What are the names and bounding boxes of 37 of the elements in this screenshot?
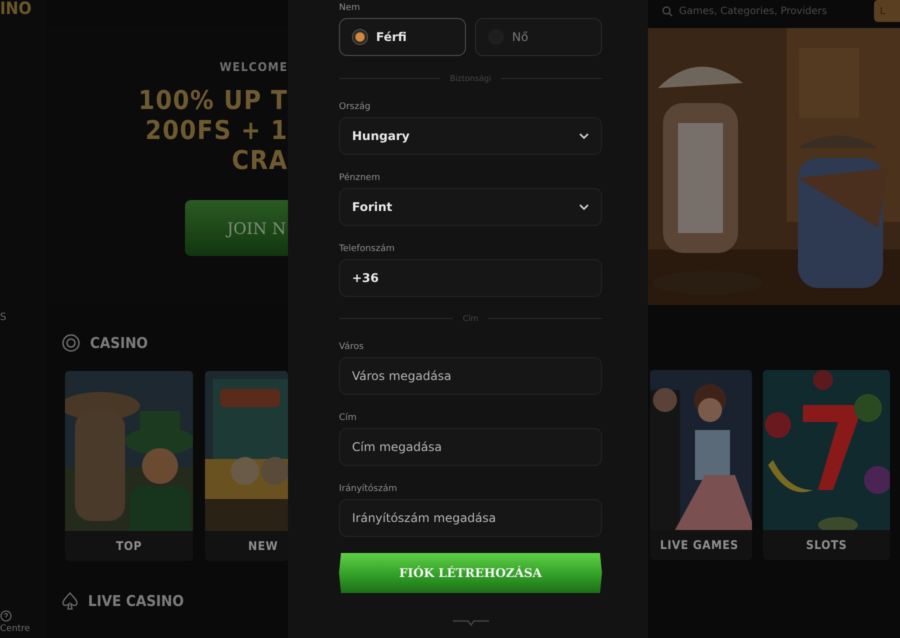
gender-option[interactable]: Férfi: [339, 18, 466, 56]
game-card[interactable]: NEW: [205, 371, 288, 561]
field-label: Pénznem: [339, 172, 382, 184]
spade-icon: [62, 592, 78, 610]
select-field[interactable]: Hungary: [339, 117, 602, 155]
game-card[interactable]: TOP: [65, 371, 193, 561]
input-field[interactable]: Város megadása: [339, 357, 602, 395]
chevron-down-icon: [579, 204, 589, 210]
help-icon: [0, 610, 12, 622]
sidebar-item[interactable]: S: [0, 312, 45, 323]
hero-headline: 100% UP T: [138, 86, 288, 116]
search-icon: [662, 6, 673, 16]
gender-option[interactable]: Nő: [475, 18, 602, 56]
field-label: Nem: [339, 2, 362, 14]
chip-icon: [62, 334, 80, 352]
input-field[interactable]: Irányítószám megadása: [339, 499, 602, 537]
sidebar-item[interactable]: Centre: [0, 624, 30, 634]
hero-headline: 200FS + 1: [145, 116, 288, 146]
select-field[interactable]: Forint: [339, 188, 602, 226]
game-card[interactable]: SLOTS: [763, 370, 890, 560]
hero-headline: CRA: [232, 146, 288, 176]
hero-kicker: WELCOME: [220, 60, 288, 74]
section-title: LIVE CASINO: [88, 592, 184, 610]
input-field[interactable]: Cím megadása: [339, 428, 602, 466]
field-label: Város: [339, 341, 365, 353]
field-label: Telefonszám: [339, 243, 396, 255]
section-title: CASINO: [90, 334, 148, 352]
input-field[interactable]: +36: [339, 259, 602, 297]
join-button[interactable]: JOIN N: [185, 200, 288, 256]
field-label: Ország: [339, 101, 372, 113]
game-card[interactable]: LIVE GAMES: [650, 370, 752, 560]
ornament-icon: [450, 618, 490, 626]
field-label: Irányítószám: [339, 483, 398, 495]
chevron-down-icon: [579, 133, 589, 139]
logo: INO: [0, 0, 32, 18]
create-account-button[interactable]: FIÓK LÉTREHOZÁSA: [339, 553, 602, 593]
field-label: Cím: [339, 412, 358, 424]
